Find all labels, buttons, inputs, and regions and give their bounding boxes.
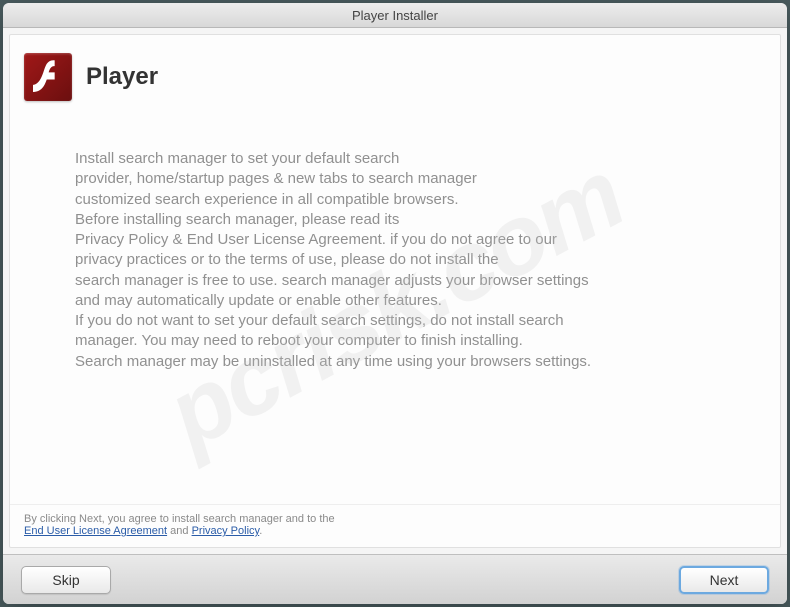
footer-agreement: By clicking Next, you agree to install s… <box>10 504 780 547</box>
skip-button[interactable]: Skip <box>21 566 111 594</box>
footer-and: and <box>167 525 191 537</box>
flash-icon <box>24 53 72 101</box>
next-button[interactable]: Next <box>679 566 769 594</box>
header: Player <box>10 35 780 119</box>
button-bar: Skip Next <box>3 554 787 604</box>
footer-suffix: . <box>259 525 262 537</box>
body-text: Install search manager to set your defau… <box>10 119 780 504</box>
eula-link[interactable]: End User License Agreement <box>24 525 167 537</box>
window-titlebar: Player Installer <box>3 3 787 28</box>
privacy-link[interactable]: Privacy Policy <box>192 525 260 537</box>
content-panel: Player Install search manager to set you… <box>9 34 781 548</box>
installer-window: Player Installer Player Install search m… <box>3 3 787 604</box>
footer-prefix: By clicking Next, you agree to install s… <box>24 513 335 525</box>
player-title: Player <box>86 63 158 91</box>
window-title: Player Installer <box>352 8 438 23</box>
